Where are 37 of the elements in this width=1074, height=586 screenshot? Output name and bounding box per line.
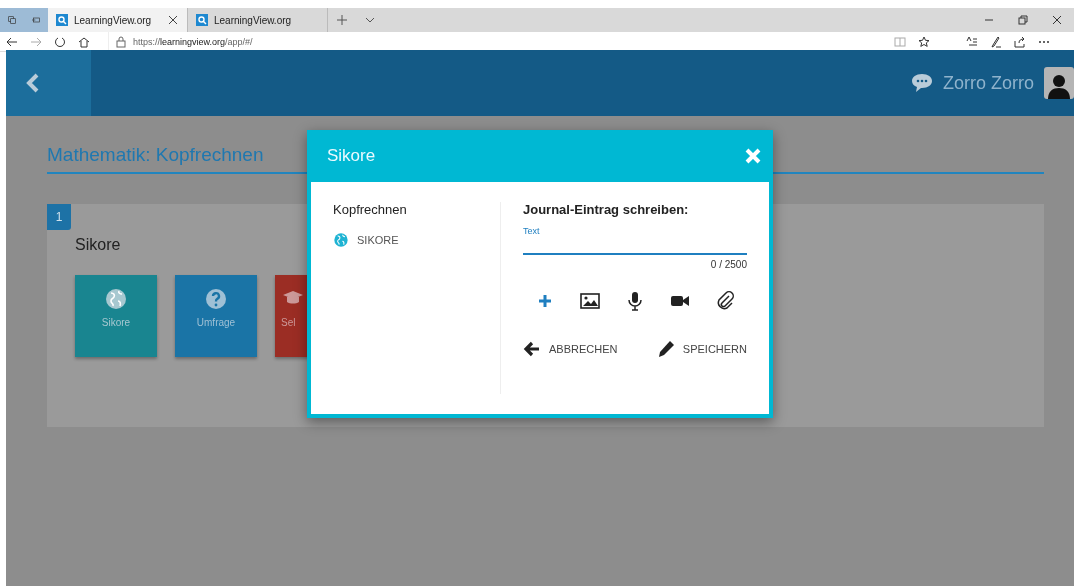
restore-icon[interactable]	[1018, 15, 1028, 25]
lock-icon	[115, 35, 127, 48]
browser-tab[interactable]: LearningView.org	[48, 8, 188, 32]
close-icon[interactable]	[1052, 15, 1062, 25]
save-button[interactable]: SPEICHERN	[656, 340, 747, 358]
search-icon	[196, 14, 208, 26]
plus-icon[interactable]	[336, 14, 348, 26]
section-number: 1	[47, 204, 71, 230]
character-counter: 0 / 2500	[709, 259, 747, 270]
star-icon[interactable]	[918, 35, 930, 48]
chevron-left-icon	[26, 73, 40, 93]
dialog-title: Sikore	[327, 146, 376, 166]
tab-aside-icon[interactable]	[32, 14, 40, 26]
section-title: Sikore	[75, 236, 121, 254]
question-icon	[204, 287, 228, 311]
tabs-icon[interactable]	[8, 14, 16, 26]
share-icon[interactable]	[1014, 35, 1026, 48]
url-text: https://learningview.org/app/#/	[133, 36, 253, 47]
text-field[interactable]: Text	[523, 227, 747, 255]
chat-icon[interactable]	[911, 73, 933, 93]
home-icon[interactable]	[78, 35, 90, 48]
globe-icon	[104, 287, 128, 311]
back-arrow-icon[interactable]	[6, 35, 18, 48]
form-title: Journal-Eintrag schreiben:	[523, 202, 690, 217]
activity-title: Kopfrechnen	[333, 202, 408, 217]
pen-icon[interactable]	[990, 35, 1002, 48]
favorites-list-icon[interactable]	[966, 35, 978, 48]
close-icon[interactable]	[167, 14, 179, 26]
image-icon[interactable]	[579, 290, 602, 312]
globe-icon	[333, 232, 349, 248]
activity-item[interactable]: SIKORE	[357, 234, 399, 246]
refresh-icon[interactable]	[54, 35, 66, 48]
pencil-icon	[656, 340, 675, 358]
search-icon	[56, 14, 68, 26]
avatar-icon[interactable]	[1044, 67, 1074, 99]
cancel-button[interactable]: ABBRECHEN	[523, 340, 618, 358]
arrow-left-icon	[523, 340, 541, 358]
